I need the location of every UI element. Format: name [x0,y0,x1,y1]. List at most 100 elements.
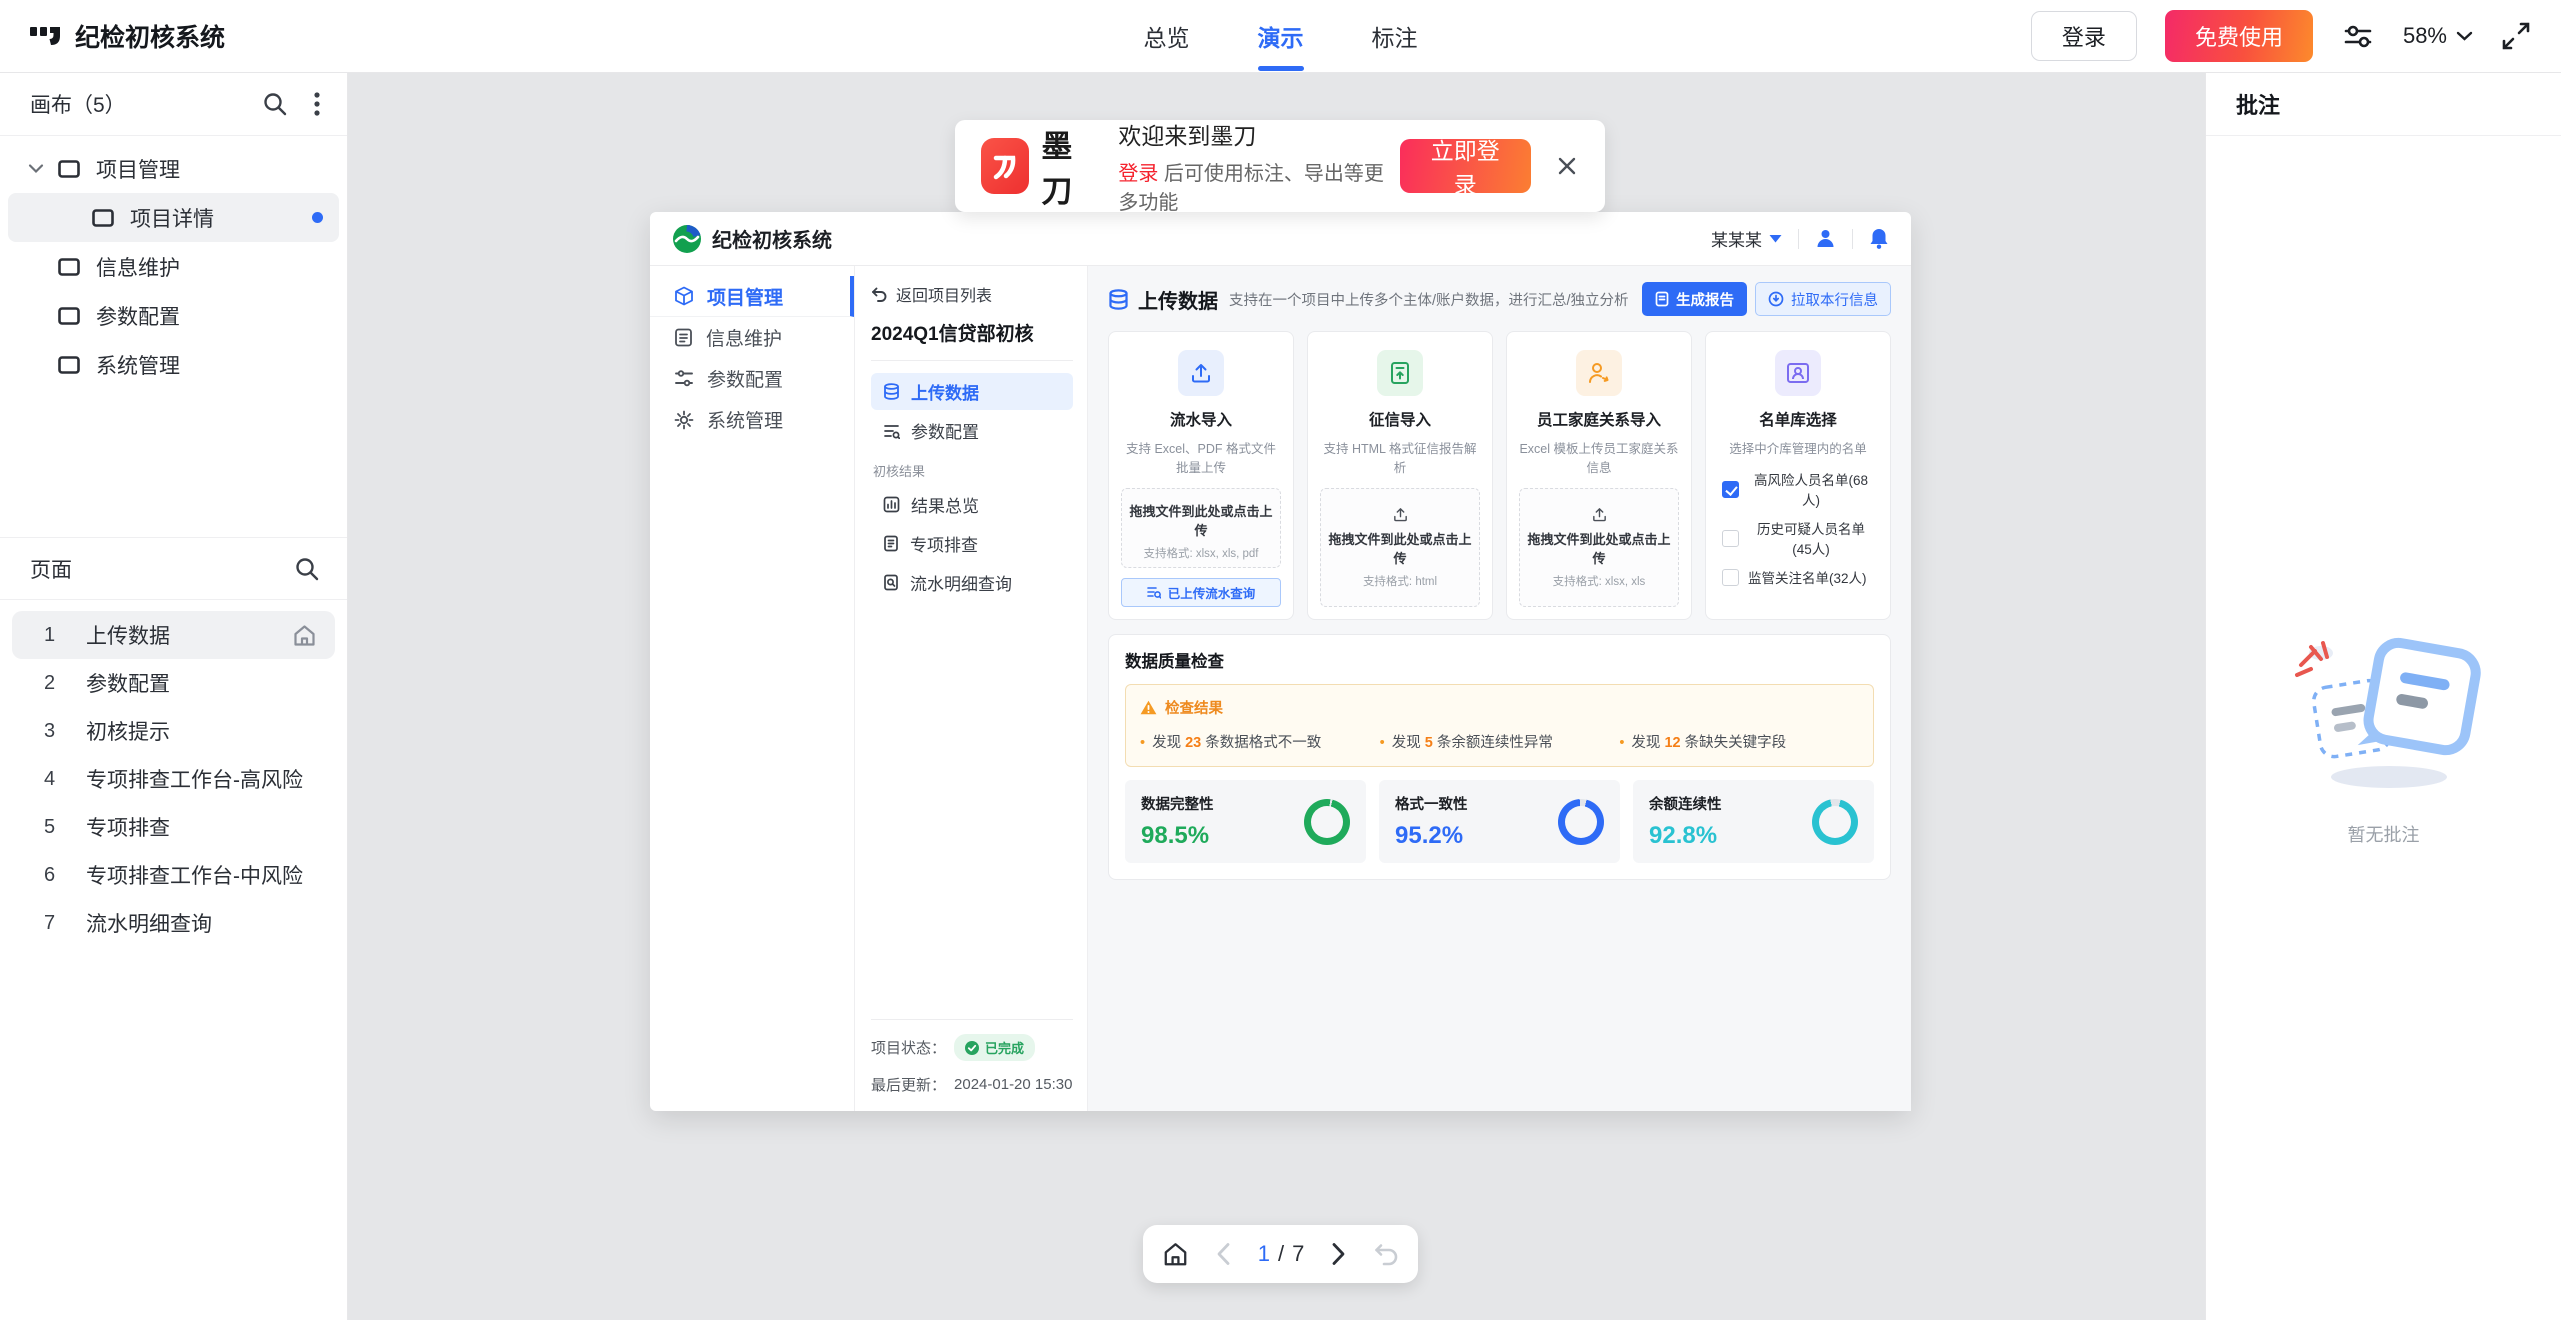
page-number: 1 [44,624,86,647]
tab-overview[interactable]: 总览 [1142,11,1192,61]
page-number: 6 [44,864,86,887]
finding-item: •发现 12 条缺失关键字段 [1619,731,1859,752]
search-icon[interactable] [293,555,321,583]
frame-icon [58,356,80,374]
fullscreen-icon[interactable] [2501,21,2531,51]
checkbox[interactable] [1722,569,1739,586]
tree-item-system-management[interactable]: 系统管理 [0,340,347,389]
zoom-level: 58% [2403,23,2447,49]
menu-item-flow-detail-query[interactable]: 流水明细查询 [871,564,1073,601]
checkbox[interactable] [1722,530,1739,547]
checkbox[interactable] [1722,481,1739,498]
nav-label: 系统管理 [707,406,783,433]
nav-label: 信息维护 [706,324,782,351]
tab-presentation[interactable]: 演示 [1256,11,1306,61]
empty-annotations-illustration [2281,621,2487,795]
tree-item-project-detail[interactable]: 项目详情 [8,193,339,242]
tree-item-param-config[interactable]: 参数配置 [0,291,347,340]
banner-brand-text: 墨刀 [1041,121,1098,211]
uploaded-flow-query-button[interactable]: 已上传流水查询 [1121,578,1281,607]
frame-icon [58,258,80,276]
generate-report-button[interactable]: 生成报告 [1642,282,1747,316]
search-icon[interactable] [261,90,289,118]
page-item-workbench-mid[interactable]: 6 专项排查工作台-中风险 [12,851,335,899]
page-label: 上传数据 [86,620,170,650]
group-label: 初核结果 [873,461,1073,480]
banner-login-link[interactable]: 登录 [1118,163,1158,185]
user-name: 某某某 [1711,226,1762,251]
page-item-special-check[interactable]: 5 专项排查 [12,803,335,851]
page-number: 4 [44,768,86,791]
restart-icon[interactable] [1373,1242,1399,1266]
page-item-upload-data[interactable]: 1 上传数据 [12,611,335,659]
free-use-button[interactable]: 免费使用 [2165,10,2313,62]
chevron-down-icon [2456,30,2473,42]
close-icon[interactable] [1555,154,1579,178]
annotations-panel: 批注 暂无批注 [2205,73,2561,1320]
id-card-icon [1775,350,1821,396]
card-title: 征信导入 [1369,408,1431,430]
menu-item-param-config[interactable]: 参数配置 [871,412,1073,449]
home-icon[interactable] [1162,1241,1189,1268]
page-item-param-config[interactable]: 2 参数配置 [12,659,335,707]
nav-item-info-maintenance[interactable]: 信息维护 [650,317,854,358]
menu-item-result-overview[interactable]: 结果总览 [871,486,1073,523]
menu-item-special-check[interactable]: 专项排查 [871,525,1073,562]
chevron-down-icon[interactable] [28,163,58,174]
checkbox-label: 高风险人员名单(68人) [1748,469,1874,509]
checkbox-regulator-watch-list[interactable]: 监管关注名单(32人) [1722,567,1874,587]
page-item-flow-detail[interactable]: 7 流水明细查询 [12,899,335,947]
file-dropzone[interactable]: 拖拽文件到此处或点击上传 支持格式: xlsx, xls [1519,488,1679,607]
project-panel: 返回项目列表 2024Q1信贷部初核 上传数据 参数配置 初核结果 结果总览 [855,266,1088,1111]
design-canvas[interactable]: 墨刀 欢迎来到墨刀 登录 后可使用标注、导出等更多功能 立即登录 纪检初核系统 … [348,73,2205,1320]
finding-item: •发现 23 条数据格式不一致 [1140,731,1380,752]
updated-value: 2024-01-20 15:30 [954,1076,1072,1093]
checkbox-history-suspect-list[interactable]: 历史可疑人员名单(45人) [1722,518,1874,558]
left-sidebar: 画布（5） 项目管理 项目详情 [0,73,348,1320]
check-result-title: 检查结果 [1165,697,1223,718]
login-button[interactable]: 登录 [2031,11,2137,61]
tree-item-project-management[interactable]: 项目管理 [0,144,347,193]
menu-label: 结果总览 [911,492,979,517]
menu-item-upload-data[interactable]: 上传数据 [871,373,1073,410]
banner-title: 欢迎来到墨刀 [1118,117,1399,151]
card-title: 员工家庭关系导入 [1537,408,1661,430]
bell-icon[interactable] [1869,228,1889,249]
login-now-button[interactable]: 立即登录 [1400,139,1531,193]
next-page-icon[interactable] [1331,1242,1346,1266]
page-label: 初核提示 [86,716,170,746]
frame-icon [92,209,114,227]
project-title: 2024Q1信贷部初核 [871,319,1073,346]
bank-logo-icon [672,224,702,254]
checkbox-high-risk-list[interactable]: 高风险人员名单(68人) [1722,469,1874,509]
page-label: 流水明细查询 [86,908,212,938]
page-item-workbench-high[interactable]: 4 专项排查工作台-高风险 [12,755,335,803]
file-dropzone[interactable]: 拖拽文件到此处或点击上传 支持格式: html [1320,488,1480,607]
tab-annotation[interactable]: 标注 [1370,11,1420,61]
prev-page-icon[interactable] [1216,1242,1231,1266]
settings-sliders-icon[interactable] [2341,19,2375,53]
mockup-frame[interactable]: 纪检初核系统 某某某 项目管理 [650,212,1911,1111]
home-page-icon [292,623,317,648]
tree-item-label: 项目管理 [96,154,180,184]
document-upload-icon [1377,350,1423,396]
card-desc: Excel 模板上传员工家庭关系信息 [1519,438,1679,476]
tree-item-info-maintenance[interactable]: 信息维护 [0,242,347,291]
user-dropdown[interactable]: 某某某 [1711,226,1782,251]
content-subtitle: 支持在一个项目中上传多个主体/账户数据，进行汇总/独立分析 [1229,289,1629,310]
card-list-library: 名单库选择 选择中介库管理内的名单 高风险人员名单(68人) 历史可疑人员名单(… [1705,331,1891,620]
zoom-control[interactable]: 58% [2403,23,2473,49]
tree-item-label: 项目详情 [130,203,214,233]
nav-item-system-management[interactable]: 系统管理 [650,399,854,440]
back-to-projects-link[interactable]: 返回项目列表 [871,282,1073,306]
brand: 纪检初核系统 [30,18,225,54]
nav-item-project-management[interactable]: 项目管理 [650,276,854,317]
status-label: 项目状态： [871,1037,946,1058]
card-family-import: 员工家庭关系导入 Excel 模板上传员工家庭关系信息 拖拽文件到此处或点击上传… [1506,331,1692,620]
page-item-review-hint[interactable]: 3 初核提示 [12,707,335,755]
file-dropzone[interactable]: 拖拽文件到此处或点击上传 支持格式: xlsx, xls, pdf [1121,488,1281,568]
pull-bank-info-button[interactable]: 拉取本行信息 [1755,282,1891,316]
nav-item-param-config[interactable]: 参数配置 [650,358,854,399]
kebab-menu-icon[interactable] [313,90,321,118]
user-icon[interactable] [1815,228,1836,249]
